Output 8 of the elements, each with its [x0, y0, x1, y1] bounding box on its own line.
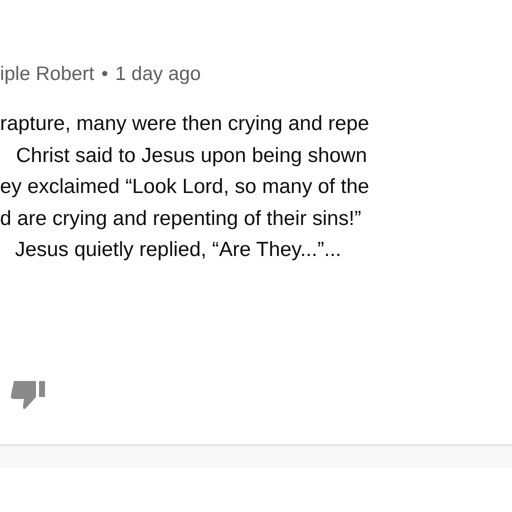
comment-text-line: ey exclaimed “Look Lord, so many of the [0, 174, 370, 200]
comment-time[interactable]: 1 day ago [115, 62, 201, 86]
separator-dot: • [101, 62, 108, 86]
comment-text-line: rapture, many were then crying and repe [0, 111, 370, 137]
author-name[interactable]: iple Robert [0, 62, 94, 86]
comment-text-line: Christ said to Jesus upon being shown [16, 142, 367, 169]
comment-text-line: d are crying and repenting of their sins!” [0, 206, 362, 232]
comment-text-line: Jesus quietly replied, “Are They...”... [15, 237, 342, 264]
